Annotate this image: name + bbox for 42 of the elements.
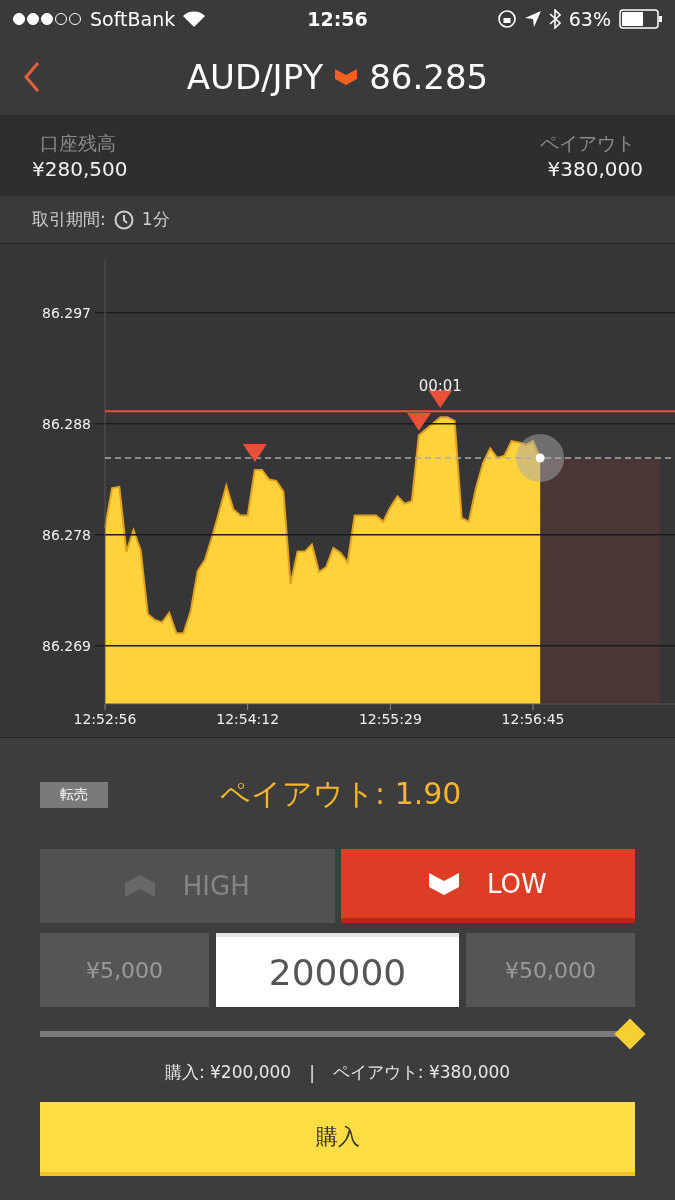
y-axis-label: 86.288 bbox=[42, 415, 91, 432]
summary-text: ペイアウト: ¥380,000 bbox=[332, 1061, 511, 1084]
wifi-icon bbox=[183, 11, 206, 27]
currency-pair: AUD/JPY bbox=[186, 56, 324, 97]
payout-rate: ペイアウト: 1.90 bbox=[220, 775, 462, 813]
signal-icon bbox=[12, 12, 82, 26]
separator: | bbox=[309, 1062, 315, 1083]
buy-button[interactable]: 購入 bbox=[40, 1102, 635, 1176]
x-axis-label: 12:55:29 bbox=[358, 711, 422, 727]
status-time: 12:56 bbox=[307, 8, 368, 30]
current-point-drawing bbox=[516, 434, 565, 482]
decrease-amount-button[interactable]: ¥5,000 bbox=[40, 933, 209, 1007]
battery-percent: 63% bbox=[568, 8, 611, 30]
battery-icon bbox=[619, 9, 663, 29]
rotation-lock-icon bbox=[496, 9, 517, 29]
payout-value: ¥380,000 bbox=[547, 157, 643, 181]
payout-label: ペイアウト bbox=[539, 131, 636, 156]
chevron-up-icon bbox=[124, 875, 155, 897]
y-axis-label: 86.269 bbox=[42, 637, 91, 654]
x-axis-label: 12:52:56 bbox=[73, 711, 137, 727]
clock-icon bbox=[113, 209, 134, 230]
y-axis-label: 86.278 bbox=[42, 526, 91, 543]
countdown-label: 00:01 bbox=[418, 376, 462, 395]
balance-value: ¥280,500 bbox=[32, 157, 128, 181]
resell-button[interactable]: 転売 bbox=[40, 781, 108, 808]
summary-text: 購入: ¥200,000 bbox=[164, 1061, 292, 1084]
x-axis-label: 12:56:45 bbox=[501, 711, 565, 727]
carrier-name: SoftBank bbox=[90, 8, 176, 30]
x-axis-label: 12:54:12 bbox=[216, 711, 280, 727]
location-arrow-icon bbox=[524, 11, 541, 27]
balance-label: 口座残高 bbox=[39, 131, 117, 156]
chevron-down-icon bbox=[428, 872, 459, 895]
current-price: 86.285 bbox=[369, 56, 489, 97]
amount-input[interactable]: 200000 bbox=[216, 933, 459, 1007]
period-label: 取引期間: bbox=[32, 208, 106, 231]
trend-down-icon bbox=[335, 68, 358, 85]
bluetooth-icon bbox=[548, 9, 561, 29]
period-value: 1分 bbox=[141, 208, 170, 231]
low-button[interactable]: LOW bbox=[340, 849, 635, 923]
increase-amount-button[interactable]: ¥50,000 bbox=[466, 933, 635, 1007]
y-axis-label: 86.297 bbox=[42, 304, 91, 321]
back-icon[interactable] bbox=[24, 62, 40, 92]
